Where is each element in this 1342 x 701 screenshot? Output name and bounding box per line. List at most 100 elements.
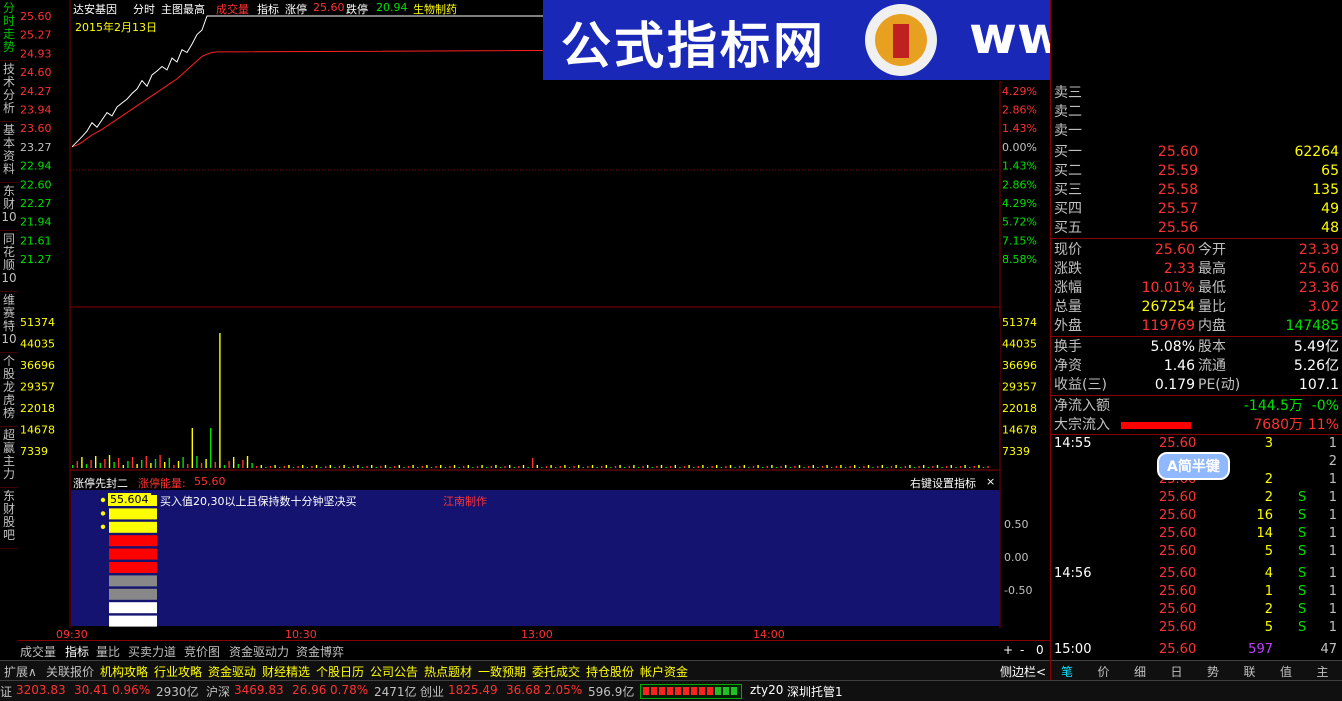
volume-bar: [104, 459, 106, 468]
volume-bar: [269, 466, 272, 468]
volume-bar: [403, 467, 405, 468]
intraday-chart[interactable]: 25.60 25.27 24.93 24.60 24.27 23.94 23.60 23.27…: [18, 0, 1050, 641]
volume-bar: [223, 465, 226, 468]
left-tab-1[interactable]: 技术分析: [0, 61, 18, 122]
volume-bar: [601, 466, 603, 468]
index-name: 沪深: [206, 685, 231, 699]
toolbar-item-3[interactable]: 行业攻略: [154, 663, 202, 680]
right-tab-4[interactable]: 势: [1207, 663, 1219, 680]
right-tab-7[interactable]: 主: [1317, 663, 1329, 680]
toolbar-item-2[interactable]: 机构攻略: [100, 663, 148, 680]
volume-bar: [808, 466, 810, 468]
left-tab-6[interactable]: 个股龙虎榜: [0, 353, 18, 427]
volume-bar: [798, 465, 801, 468]
volume-bar: [909, 465, 911, 468]
chart-tab-2[interactable]: 量比: [96, 643, 120, 660]
time-tick-1: 10:30: [285, 628, 317, 640]
right-tab-2[interactable]: 细: [1134, 663, 1146, 680]
toolbar-item-7[interactable]: 公司公告: [370, 663, 418, 680]
toolbar-item-12[interactable]: 帐户资金: [640, 663, 688, 680]
volume-bar: [941, 467, 943, 468]
volume-bar: [205, 459, 207, 468]
volume-bar: [265, 467, 267, 468]
pct-tick-5: 2.86%: [1002, 104, 1037, 117]
left-tab-5[interactable]: 维赛特10: [0, 292, 18, 353]
volume-bar: [486, 467, 488, 468]
index-change: 36.68: [506, 683, 541, 697]
fund-label: 净资: [1054, 358, 1082, 374]
right-tab-3[interactable]: 日: [1171, 663, 1183, 680]
tick-volume: 597: [1248, 642, 1273, 657]
price-tick-4: 24.27: [20, 85, 52, 98]
volume-bar: [766, 466, 768, 468]
price-tick-2: 24.93: [20, 47, 52, 60]
quote-value: 10.01%: [1141, 280, 1195, 296]
indicator-title: 涨停先封二: [73, 477, 128, 490]
tick-count: 1: [1328, 490, 1337, 505]
left-tab-0[interactable]: 分时走势: [0, 0, 18, 61]
tick-volume: 1: [1264, 584, 1273, 599]
volume-bar: [936, 465, 939, 468]
quote-row: 涨幅 10.01% 最低 23.36: [1051, 279, 1342, 298]
broker-label: 深圳托管1: [787, 685, 843, 699]
volume-bar: [913, 467, 916, 468]
volume-bar: [435, 466, 437, 468]
toolbar-item-5[interactable]: 财经精选: [262, 663, 310, 680]
left-tab-4[interactable]: 同花顺10: [0, 231, 18, 292]
toolbar-item-0[interactable]: 扩展∧: [4, 663, 37, 680]
volume-bar: [329, 465, 331, 468]
volume-bar: [670, 466, 672, 468]
right-tab-5[interactable]: 联: [1244, 663, 1256, 680]
zoom-in-button[interactable]: +: [1003, 643, 1013, 657]
toolbar-item-8[interactable]: 热点题材: [424, 663, 472, 680]
volume-bar: [959, 466, 962, 468]
chart-tab-4[interactable]: 竞价图: [184, 643, 220, 660]
tick-side: S: [1298, 566, 1307, 581]
buy-row: 买五 25.56 48: [1051, 219, 1342, 238]
chart-tab-1[interactable]: 指标: [65, 643, 89, 660]
chart-tab-6[interactable]: 资金博弈: [296, 643, 344, 660]
close-icon[interactable]: ×: [986, 475, 995, 488]
tick-time: 14:56: [1054, 566, 1092, 581]
right-tab-1[interactable]: 价: [1098, 663, 1110, 680]
toolbar-item-1[interactable]: 关联报价: [46, 663, 94, 680]
price-tick-6: 23.60: [20, 122, 52, 135]
buy-row: 买四 25.57 49: [1051, 200, 1342, 219]
tick-volume: 5: [1264, 544, 1273, 559]
chart-tab-5[interactable]: 资金驱动力: [229, 643, 289, 660]
zoom-out-button[interactable]: -: [1020, 643, 1024, 657]
toolbar-item-9[interactable]: 一致预期: [478, 663, 526, 680]
volume-bar: [923, 465, 925, 468]
quote-value: 119769: [1141, 318, 1195, 334]
volume-bar: [743, 465, 745, 468]
index-value: 3203.83: [16, 683, 66, 697]
right-tab-6[interactable]: 值: [1280, 663, 1292, 680]
volume-bar: [711, 466, 713, 468]
pct-tick-12: 7.15%: [1002, 234, 1037, 247]
meter-cell: [731, 687, 737, 695]
volume-bar: [99, 463, 101, 468]
sidebar-toggle[interactable]: 侧边栏<: [1000, 663, 1046, 680]
tick-count: 2: [1328, 454, 1337, 469]
time-tick-0: 09:30: [56, 628, 88, 640]
volume-bar: [982, 467, 985, 468]
volume-bar: [173, 465, 175, 468]
left-tab-2[interactable]: 基本资料: [0, 122, 18, 183]
indicator-settings-label[interactable]: 右键设置指标: [910, 475, 976, 491]
left-tab-3[interactable]: 东财10: [0, 183, 18, 231]
toolbar-item-4[interactable]: 资金驱动: [208, 663, 256, 680]
price-tick-3: 24.60: [20, 66, 52, 79]
left-tab-8[interactable]: 东财股吧: [0, 488, 18, 549]
toolbar-item-6[interactable]: 个股日历: [316, 663, 364, 680]
tick-count: 1: [1328, 584, 1337, 599]
volume-bar: [706, 467, 709, 468]
chart-tab-0[interactable]: 成交量: [20, 643, 56, 660]
toolbar-item-11[interactable]: 持仓股份: [586, 663, 634, 680]
chart-tab-3[interactable]: 买卖力道: [128, 643, 176, 660]
volume-bar: [660, 465, 663, 468]
left-tab-7[interactable]: 超赢主力: [0, 427, 18, 488]
toolbar-item-10[interactable]: 委托成交: [532, 663, 580, 680]
volume-bar: [444, 467, 446, 468]
right-tab-0[interactable]: 笔: [1061, 663, 1073, 680]
volume-bar: [854, 465, 856, 468]
